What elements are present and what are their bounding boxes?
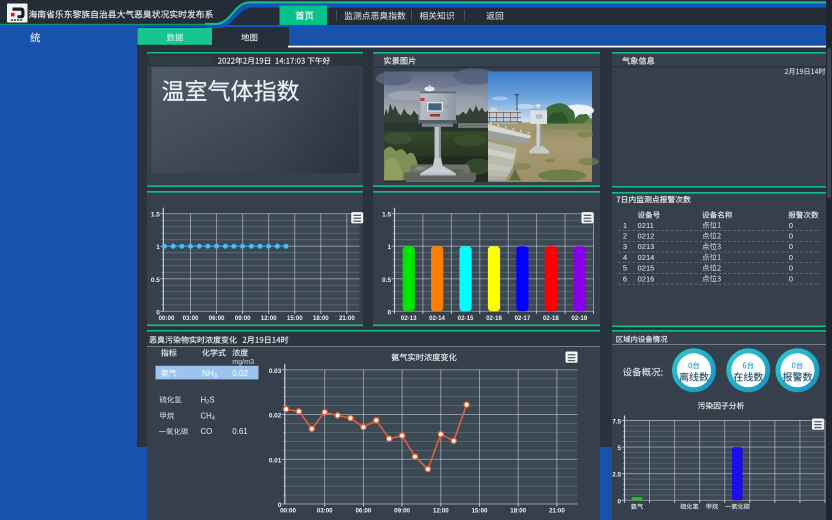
svg-text:0.02: 0.02	[232, 369, 248, 378]
svg-text:1.5: 1.5	[151, 212, 160, 219]
svg-text:0: 0	[618, 498, 622, 505]
svg-text:02-19: 02-19	[571, 315, 587, 322]
svg-text:02-16: 02-16	[486, 315, 502, 322]
svg-text:1.5: 1.5	[382, 212, 391, 219]
svg-text:09:00: 09:00	[235, 315, 251, 322]
svg-text:02-14: 02-14	[429, 315, 445, 322]
svg-text:03:00: 03:00	[183, 315, 199, 322]
svg-text:12:00: 12:00	[261, 315, 277, 322]
svg-text:0: 0	[387, 309, 391, 316]
svg-text:4: 4	[623, 253, 627, 262]
svg-text:0: 0	[789, 274, 793, 283]
svg-text:02-15: 02-15	[458, 315, 474, 322]
svg-text:7.5: 7.5	[612, 419, 621, 426]
svg-text:02-18: 02-18	[543, 315, 559, 322]
svg-text:03:00: 03:00	[317, 508, 333, 515]
svg-text:0: 0	[789, 242, 793, 251]
svg-text:1: 1	[623, 221, 627, 230]
svg-text:02-17: 02-17	[514, 315, 530, 322]
svg-text:02-13: 02-13	[401, 315, 417, 322]
svg-text:0: 0	[789, 253, 793, 262]
svg-text:0212: 0212	[638, 232, 655, 241]
svg-text:CO: CO	[201, 427, 213, 436]
svg-text:2: 2	[623, 232, 627, 241]
svg-text:0.5: 0.5	[151, 277, 160, 284]
svg-text:0.02: 0.02	[269, 413, 282, 420]
svg-text:18:00: 18:00	[313, 315, 329, 322]
svg-text:0.01: 0.01	[269, 457, 282, 464]
svg-text:21:00: 21:00	[339, 315, 355, 322]
svg-text:15:00: 15:00	[472, 508, 488, 515]
svg-text:0: 0	[789, 221, 793, 230]
svg-text:0214: 0214	[638, 253, 655, 262]
svg-text:6: 6	[623, 274, 627, 283]
svg-text:0.03: 0.03	[269, 368, 282, 375]
svg-text:0.5: 0.5	[382, 277, 391, 284]
svg-text:3: 3	[623, 242, 627, 251]
svg-text:09:00: 09:00	[394, 508, 410, 515]
svg-text:2.5: 2.5	[612, 472, 621, 479]
svg-text:0215: 0215	[638, 264, 655, 273]
svg-text:12:00: 12:00	[433, 508, 449, 515]
svg-text:0216: 0216	[638, 274, 655, 283]
svg-text:06:00: 06:00	[355, 508, 371, 515]
svg-text:18:00: 18:00	[510, 508, 526, 515]
svg-text:5: 5	[623, 264, 627, 273]
svg-text:0211: 0211	[638, 221, 654, 230]
svg-text:15:00: 15:00	[287, 315, 303, 322]
svg-text:0213: 0213	[638, 242, 655, 251]
svg-text:06:00: 06:00	[209, 315, 225, 322]
svg-text:1: 1	[387, 244, 391, 251]
svg-text:21:00: 21:00	[549, 508, 565, 515]
svg-text:00:00: 00:00	[280, 508, 296, 515]
svg-text:00:00: 00:00	[159, 315, 175, 322]
svg-text:0: 0	[789, 232, 793, 241]
svg-text:0: 0	[789, 264, 793, 273]
svg-text:mg/m3: mg/m3	[232, 357, 254, 366]
svg-text:1: 1	[156, 244, 160, 251]
svg-text:5: 5	[618, 445, 622, 452]
svg-text:0.61: 0.61	[232, 427, 248, 436]
